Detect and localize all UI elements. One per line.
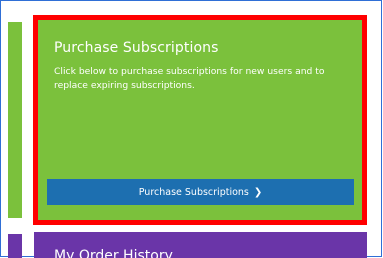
card-title: Purchase Subscriptions xyxy=(54,40,219,56)
chevron-right-icon: ❯ xyxy=(253,186,263,198)
adjacent-card-purple-edge xyxy=(8,234,22,258)
order-history-card[interactable]: My Order History xyxy=(34,232,367,258)
purchase-subscriptions-button[interactable]: Purchase Subscriptions ❯ xyxy=(47,179,354,205)
order-history-title: My Order History xyxy=(54,248,173,258)
adjacent-card-green-edge xyxy=(8,22,22,218)
purchase-subscriptions-card: Purchase Subscriptions Click below to pu… xyxy=(38,20,362,220)
card-description: Click below to purchase subscriptions fo… xyxy=(54,66,325,91)
button-label: Purchase Subscriptions xyxy=(138,186,249,198)
